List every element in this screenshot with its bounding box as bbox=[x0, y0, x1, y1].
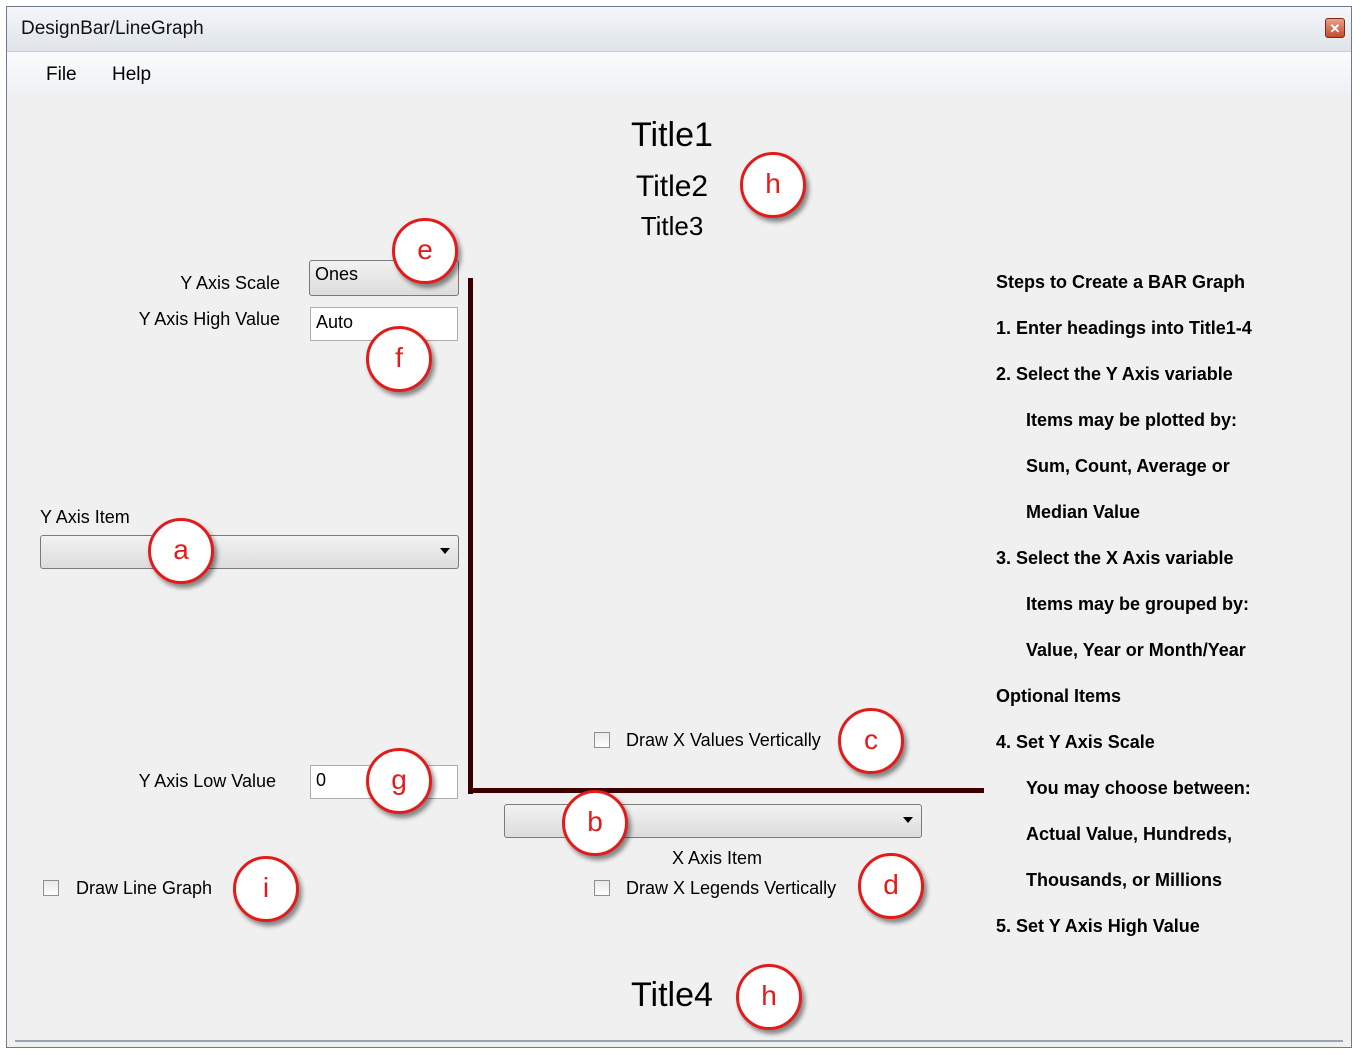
title1[interactable]: Title1 bbox=[572, 116, 772, 155]
title3[interactable]: Title3 bbox=[572, 211, 772, 242]
callout-d: d bbox=[858, 853, 924, 919]
callout-h-top: h bbox=[740, 152, 806, 218]
draw-x-values-vertically-label[interactable]: Draw X Values Vertically bbox=[626, 730, 821, 751]
draw-line-graph-checkbox[interactable] bbox=[43, 880, 59, 896]
callout-b: b bbox=[562, 790, 628, 856]
draw-x-values-vertically-checkbox[interactable] bbox=[594, 732, 610, 748]
callout-f: f bbox=[366, 326, 432, 392]
x-axis-line bbox=[468, 788, 984, 793]
step-line: 5. Set Y Axis High Value bbox=[996, 916, 1200, 936]
x-axis-item-label: X Axis Item bbox=[672, 848, 763, 868]
step-line: 1. Enter headings into Title1-4 bbox=[996, 318, 1252, 338]
draw-x-legends-vertically-label[interactable]: Draw X Legends Vertically bbox=[626, 878, 836, 899]
step-line: 3. Select the X Axis variable bbox=[996, 548, 1234, 568]
callout-e: e bbox=[392, 218, 458, 284]
y-axis-scale-label: Y Axis Scale bbox=[180, 273, 280, 293]
chevron-down-icon bbox=[903, 817, 913, 823]
menu-file[interactable]: File bbox=[46, 64, 77, 86]
draw-line-graph-label[interactable]: Draw Line Graph bbox=[76, 878, 212, 899]
y-axis-line bbox=[468, 278, 473, 794]
steps-heading: Steps to Create a BAR Graph bbox=[996, 272, 1246, 292]
step-line: Items may be grouped by: bbox=[1026, 594, 1250, 614]
y-axis-scale-value: Ones bbox=[315, 264, 359, 284]
step-line: Optional Items bbox=[996, 686, 1122, 706]
step-line: Value, Year or Month/Year bbox=[1026, 640, 1246, 660]
y-axis-item-select[interactable] bbox=[40, 535, 459, 569]
step-line: You may choose between: bbox=[1026, 778, 1251, 798]
chevron-down-icon bbox=[440, 548, 450, 554]
y-axis-low-label: Y Axis Low Value bbox=[138, 771, 276, 791]
step-line: 2. Select the Y Axis variable bbox=[996, 364, 1233, 384]
step-line: Thousands, or Millions bbox=[1026, 870, 1223, 890]
callout-g: g bbox=[366, 748, 432, 814]
draw-x-legends-vertically-checkbox[interactable] bbox=[594, 880, 610, 896]
menu-help[interactable]: Help bbox=[112, 64, 151, 86]
step-line: Items may be plotted by: bbox=[1026, 410, 1238, 430]
callout-h-bottom: h bbox=[736, 964, 802, 1030]
client-border bbox=[15, 1040, 1343, 1042]
y-axis-item-label: Y Axis Item bbox=[40, 507, 130, 527]
window-title: DesignBar/LineGraph bbox=[21, 18, 204, 39]
title-bar: DesignBar/LineGraph ✕ bbox=[7, 7, 1351, 52]
callout-a: a bbox=[148, 518, 214, 584]
menu-bar: File Help bbox=[7, 52, 1351, 96]
step-line: 4. Set Y Axis Scale bbox=[996, 732, 1155, 752]
step-line: Sum, Count, Average or bbox=[1026, 456, 1230, 476]
callout-i: i bbox=[233, 856, 299, 922]
step-line: Median Value bbox=[1026, 502, 1141, 522]
callout-c: c bbox=[838, 708, 904, 774]
close-icon[interactable]: ✕ bbox=[1325, 18, 1345, 38]
step-line: Actual Value, Hundreds, bbox=[1026, 824, 1233, 844]
y-axis-high-label: Y Axis High Value bbox=[138, 309, 280, 329]
